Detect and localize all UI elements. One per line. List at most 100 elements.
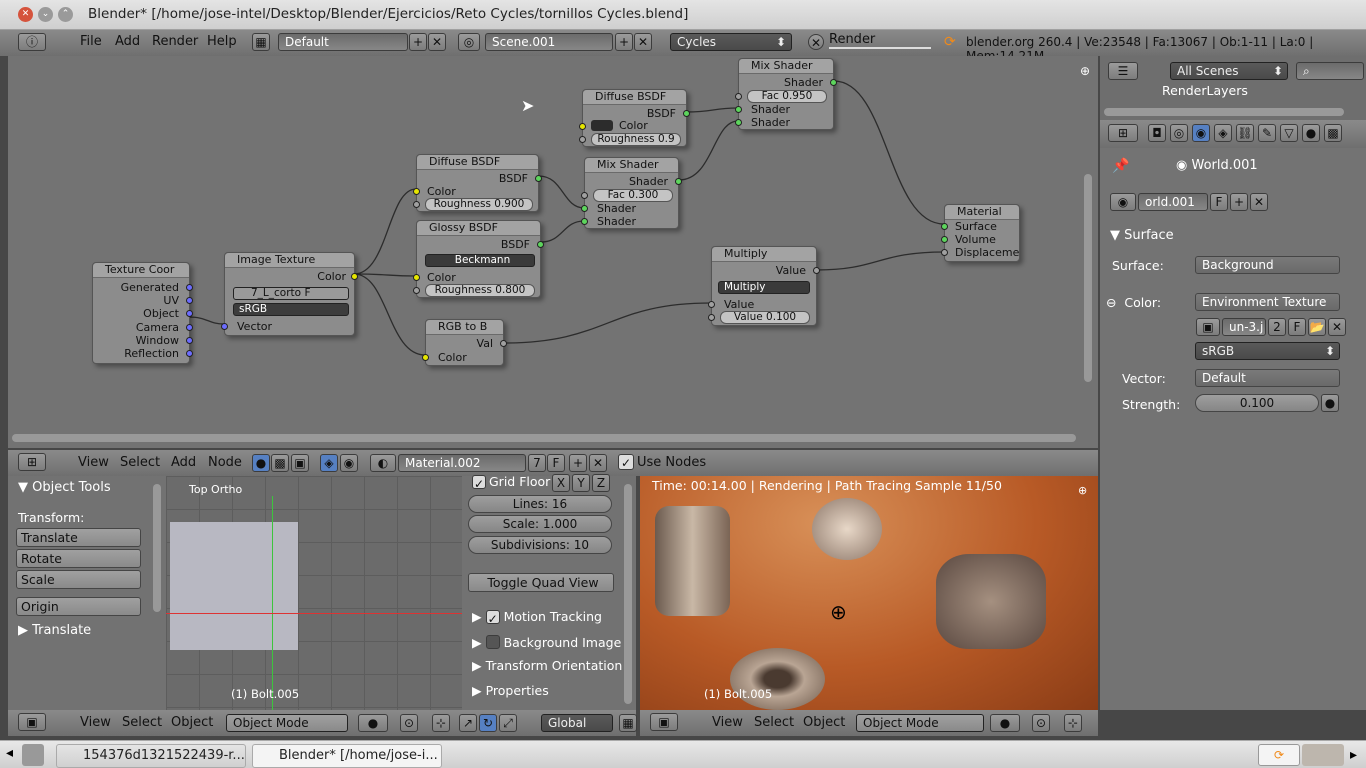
node-texture-coordinate[interactable]: Texture Coor Generated UV Object Camera … — [92, 262, 193, 364]
socket[interactable] — [941, 249, 948, 256]
material-fake-user-button[interactable]: F — [547, 454, 565, 472]
origin-button[interactable]: Origin — [16, 597, 141, 616]
screen-layout-field[interactable]: Default — [278, 33, 408, 51]
background-image-panel[interactable]: ▶ Background Image — [472, 633, 621, 650]
socket[interactable] — [351, 273, 358, 280]
add-material-icon[interactable]: + — [569, 454, 587, 472]
toggle-quad-view-button[interactable]: Toggle Quad View — [468, 573, 614, 592]
viewport-shading-icon[interactable]: ● — [358, 714, 388, 732]
socket[interactable] — [813, 267, 820, 274]
menu-add[interactable]: Add — [115, 34, 140, 49]
socket[interactable] — [830, 79, 837, 86]
color-swatch[interactable] — [591, 120, 613, 131]
socket[interactable] — [186, 310, 193, 317]
grid-floor-checkbox[interactable]: ✓ — [472, 475, 486, 491]
vertical-scrollbar[interactable] — [1084, 174, 1092, 382]
shader-nodes-icon[interactable]: ● — [252, 454, 270, 472]
interaction-mode-select[interactable]: Object Mode — [856, 714, 984, 732]
strength-field[interactable]: 0.100 — [1195, 394, 1319, 412]
socket[interactable] — [221, 323, 228, 330]
pivot-icon[interactable]: ⊙ — [400, 714, 418, 732]
close-window-icon[interactable]: ✕ — [18, 7, 33, 22]
world-shader-icon[interactable]: ◉ — [340, 454, 358, 472]
node-rgb-to-bw[interactable]: RGB to B Val Color — [422, 319, 507, 366]
viewport-3d[interactable]: Top Ortho (1) Bolt.005 ▼ Object Tools Tr… — [8, 474, 636, 710]
socket[interactable] — [579, 123, 586, 130]
minimize-window-icon[interactable]: ⌄ — [38, 7, 53, 22]
strength-socket-icon[interactable]: ● — [1321, 394, 1339, 412]
grid-lines-field[interactable]: Lines: 16 — [468, 495, 612, 513]
menu-render[interactable]: Render — [152, 34, 198, 49]
motion-tracking-panel[interactable]: ▶ ✓ Motion Tracking — [472, 608, 602, 626]
image-fake-user-button[interactable]: F — [1288, 318, 1306, 336]
material-browse-icon[interactable]: ◐ — [370, 454, 396, 472]
socket[interactable] — [413, 274, 420, 281]
menu-select[interactable]: Select — [754, 715, 794, 730]
menu-view[interactable]: View — [80, 715, 111, 730]
manipulator-icon[interactable]: ⊹ — [1064, 714, 1082, 732]
node-diffuse-bsdf[interactable]: Diffuse BSDF BSDF Color Roughness 0.900 — [413, 154, 542, 212]
menu-view[interactable]: View — [712, 715, 743, 730]
roughness-field[interactable]: Roughness 0.9 — [591, 133, 681, 146]
editor-type-3d-icon[interactable]: ▣ — [18, 713, 46, 731]
value-field[interactable]: Value 0.100 — [720, 311, 810, 324]
node-glossy-bsdf[interactable]: Glossy BSDF BSDF Beckmann Color Roughnes… — [413, 220, 544, 298]
socket[interactable] — [708, 301, 715, 308]
pin-icon[interactable]: 📌 — [1112, 158, 1129, 174]
translate-button[interactable]: Translate — [16, 528, 141, 547]
socket[interactable] — [675, 178, 682, 185]
rotate-manipulator-icon[interactable]: ↻ — [479, 714, 497, 732]
menu-select[interactable]: Select — [122, 715, 162, 730]
manipulator-icon[interactable]: ⊹ — [432, 714, 450, 732]
cancel-render-icon[interactable]: ✕ — [808, 34, 824, 50]
object-tools-panel-header[interactable]: ▼ Object Tools — [18, 480, 111, 495]
rendered-viewport[interactable]: Time: 00:14.00 | Rendering | Path Tracin… — [640, 476, 1098, 710]
operation-select[interactable]: Multiply — [718, 281, 810, 294]
menu-help[interactable]: Help — [207, 34, 237, 49]
socket[interactable] — [683, 110, 690, 117]
object-shader-icon[interactable]: ◈ — [320, 454, 338, 472]
image-file-field[interactable]: 7_L_corto F — [233, 287, 349, 300]
socket[interactable] — [581, 205, 588, 212]
transform-orientation-select[interactable]: Global — [541, 714, 613, 732]
socket[interactable] — [941, 223, 948, 230]
menu-add[interactable]: Add — [171, 455, 196, 470]
node-editor[interactable]: Texture Coor Generated UV Object Camera … — [8, 56, 1098, 448]
socket[interactable] — [735, 119, 742, 126]
display-panel-scrollbar[interactable] — [624, 484, 632, 704]
socket[interactable] — [941, 236, 948, 243]
tool-shelf-scrollbar[interactable] — [153, 484, 161, 612]
node-mix-shader-2[interactable]: Mix Shader Shader Fac 0.950 Shader Shade… — [735, 58, 837, 130]
editor-type-3d-icon[interactable]: ▣ — [650, 713, 678, 731]
outliner-scrollbar[interactable] — [1104, 108, 1344, 116]
use-nodes-checkbox[interactable]: ✓ — [618, 454, 634, 470]
node-math-multiply[interactable]: Multiply Value Multiply Value Value 0.10… — [708, 246, 820, 326]
scale-manipulator-icon[interactable]: ⤢ — [499, 714, 517, 732]
render-engine-select[interactable]: Cycles ⬍ — [670, 33, 792, 51]
world-name-field[interactable]: orld.001 — [1138, 193, 1208, 211]
scene-field[interactable]: Scene.001 — [485, 33, 613, 51]
vector-input-select[interactable]: Default — [1195, 369, 1340, 387]
socket[interactable] — [186, 297, 193, 304]
background-image-checkbox[interactable] — [485, 635, 500, 649]
screen-layout-icon[interactable]: ▦ — [252, 33, 270, 51]
editor-type-outliner-icon[interactable]: ☰ — [1108, 62, 1138, 80]
grid-subdivisions-field[interactable]: Subdivisions: 10 — [468, 536, 612, 554]
world-fake-user-button[interactable]: F — [1210, 193, 1228, 211]
grid-scale-field[interactable]: Scale: 1.000 — [468, 515, 612, 533]
node-mix-shader[interactable]: Mix Shader Shader Fac 0.300 Shader Shade… — [581, 157, 682, 229]
render-tab-icon[interactable]: ◘ — [1148, 124, 1166, 142]
pivot-icon[interactable]: ⊙ — [1032, 714, 1050, 732]
texture-tab-icon[interactable]: ▩ — [1324, 124, 1342, 142]
material-name-field[interactable]: Material.002 — [398, 454, 526, 472]
trash-icon[interactable] — [22, 744, 44, 766]
world-tab-icon[interactable]: ◉ — [1192, 124, 1210, 142]
distribution-select[interactable]: Beckmann — [425, 254, 535, 267]
taskbar-menu-icon[interactable]: ◂ — [6, 745, 13, 761]
menu-view[interactable]: View — [78, 455, 109, 470]
material-users-count[interactable]: 7 — [528, 454, 546, 472]
socket[interactable] — [535, 175, 542, 182]
maximize-window-icon[interactable]: ⌃ — [58, 7, 73, 22]
translate-operator-panel[interactable]: ▶ Translate — [18, 623, 91, 638]
motion-tracking-checkbox[interactable]: ✓ — [485, 610, 500, 626]
